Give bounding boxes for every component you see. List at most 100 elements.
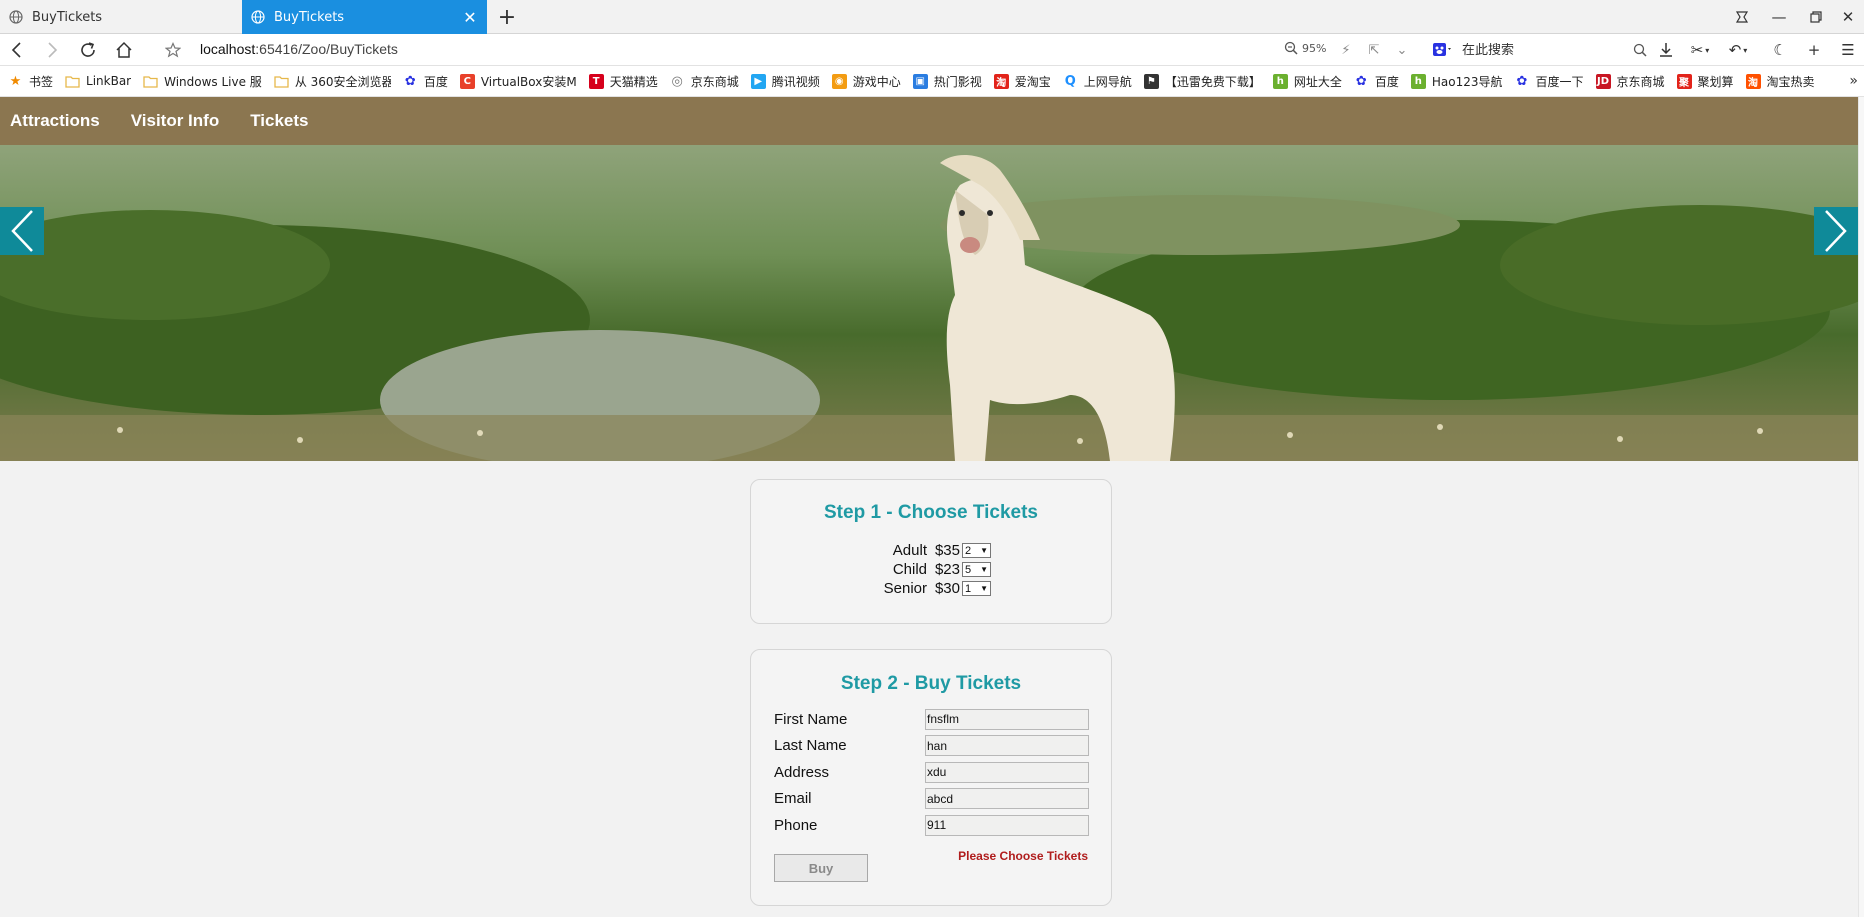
adult-quantity-select[interactable]: 2 ▼: [962, 543, 991, 558]
hao-icon: h: [1272, 73, 1288, 89]
bookmark-item[interactable]: ✿ 百度: [1354, 73, 1399, 90]
dropdown-arrow-icon: ▼: [980, 584, 988, 593]
search-engine-baidu-icon[interactable]: [1430, 40, 1456, 60]
bookmark-item[interactable]: ◎ 京东商城: [670, 73, 739, 90]
reload-icon[interactable]: [75, 37, 101, 63]
close-window-icon[interactable]: ✕: [1832, 4, 1864, 30]
buy-button[interactable]: Buy: [774, 854, 868, 882]
browser-tab-1[interactable]: BuyTickets: [0, 0, 242, 34]
bookmark-item[interactable]: ▣ 热门影视: [912, 73, 982, 90]
first-name-label: First Name: [774, 710, 848, 728]
bookmark-item[interactable]: LinkBar: [65, 74, 131, 89]
bookmark-item[interactable]: ✿ 百度: [403, 73, 448, 90]
last-name-input[interactable]: [925, 735, 1089, 757]
bookmarks-overflow-icon[interactable]: »: [1849, 73, 1858, 89]
email-label: Email: [774, 790, 812, 808]
globe-icon: [8, 9, 24, 25]
back-icon[interactable]: [4, 37, 30, 63]
bookmark-item[interactable]: 淘淘宝热卖: [1745, 73, 1815, 90]
bookmark-label: 热门影视: [933, 74, 982, 89]
nav-link-tickets[interactable]: Tickets: [250, 111, 308, 131]
download-icon[interactable]: [1652, 37, 1680, 63]
address-input[interactable]: [925, 761, 1089, 783]
night-mode-moon-icon[interactable]: ☾: [1766, 37, 1794, 63]
first-name-input[interactable]: [925, 708, 1089, 730]
phone-input[interactable]: [925, 814, 1089, 836]
child-quantity-select[interactable]: 5 ▼: [962, 562, 991, 577]
bookmark-label: 从 360安全浏览器: [294, 74, 391, 89]
page-scrollbar[interactable]: [1858, 97, 1864, 917]
jd-icon: JD: [1595, 73, 1611, 89]
selected-quantity: 1: [965, 582, 972, 595]
bookmark-item[interactable]: JD 京东商城: [1595, 73, 1665, 90]
add-icon[interactable]: +: [1800, 37, 1828, 63]
bookmark-item[interactable]: 聚聚划算: [1676, 73, 1734, 90]
bookmark-label: 百度: [423, 74, 448, 89]
c-icon: C: [459, 73, 475, 89]
undo-icon[interactable]: ↶ ▾: [1724, 37, 1752, 63]
bookmark-label: 网址大全: [1293, 74, 1342, 89]
share-icon[interactable]: ⇱: [1364, 40, 1384, 60]
bookmark-item[interactable]: ★ 书签: [8, 73, 53, 90]
bookmark-item[interactable]: ◉ 游戏中心: [831, 73, 901, 90]
bookmark-item[interactable]: ✿ 百度一下: [1514, 73, 1584, 90]
dropdown-arrow-icon: ▼: [980, 565, 988, 574]
url-path: :65416/Zoo/BuyTickets: [255, 41, 398, 57]
zoom-indicator[interactable]: 95%: [1284, 41, 1326, 55]
xunlei-icon: ⚑: [1143, 73, 1159, 89]
browser-tab-2-active[interactable]: BuyTickets ✕: [242, 0, 487, 34]
bookmark-item[interactable]: T 天猫精选: [588, 73, 658, 90]
chevron-down-icon[interactable]: ⌄: [1392, 40, 1412, 60]
senior-quantity-select[interactable]: 1 ▼: [962, 581, 991, 596]
bookmark-label: 爱淘宝: [1014, 74, 1051, 89]
bookmark-item[interactable]: 从 360安全浏览器: [274, 73, 391, 90]
bookmark-item[interactable]: ⚑ 【迅雷免费下载】: [1143, 73, 1261, 90]
step2-title: Step 2 - Buy Tickets: [840, 673, 1022, 694]
search-box[interactable]: [1430, 38, 1650, 62]
screenshot-scissors-icon[interactable]: ✂ ▾: [1686, 37, 1714, 63]
bookmark-item[interactable]: Windows Live 服: [143, 73, 262, 90]
dropdown-arrow-icon: ▼: [980, 546, 988, 555]
favorites-manager-icon[interactable]: [1726, 4, 1758, 30]
bookmark-item[interactable]: 淘爱淘宝: [993, 73, 1051, 90]
forward-icon[interactable]: [39, 37, 65, 63]
email-input[interactable]: [925, 788, 1089, 810]
ticket-list: Adult $35 2 ▼ Child $23 5 ▼ Senior $30 1 ▼: [751, 541, 1111, 598]
bookmark-item[interactable]: ▶ 腾讯视频: [750, 73, 820, 90]
choose-tickets-panel: Step 1 - Choose Tickets Adult $35 2 ▼ Chi…: [750, 479, 1112, 624]
bookmark-item[interactable]: h Hao123导航: [1410, 73, 1502, 90]
nav-link-attractions[interactable]: Attractions: [10, 111, 100, 131]
baidu-paw-icon: ✿: [1355, 73, 1367, 89]
restore-icon[interactable]: [1800, 4, 1832, 30]
carousel-prev-button[interactable]: [0, 207, 44, 255]
star-icon: ★: [9, 73, 22, 89]
close-tab-icon[interactable]: ✕: [461, 8, 479, 27]
folder-icon: [143, 74, 158, 89]
bookmark-item[interactable]: Q 上网导航: [1063, 73, 1132, 90]
bookmark-label: 【迅雷免费下载】: [1164, 74, 1261, 89]
lightning-icon[interactable]: ⚡: [1336, 40, 1356, 60]
ticket-type-label: Adult: [892, 542, 927, 559]
bookmark-item[interactable]: h 网址大全: [1272, 73, 1342, 90]
chevron-left-icon: [11, 210, 33, 252]
minimize-icon[interactable]: —: [1763, 4, 1795, 30]
carousel-next-button[interactable]: [1814, 207, 1858, 255]
bookmark-label: 聚划算: [1697, 74, 1734, 89]
search-icon[interactable]: [1630, 40, 1650, 60]
home-icon[interactable]: [111, 37, 137, 63]
new-tab-button[interactable]: +: [494, 4, 520, 30]
bookmark-star-icon[interactable]: [160, 37, 186, 63]
form-row-first-name: First Name: [774, 706, 1111, 733]
browser-tab-bar: BuyTickets BuyTickets ✕ + — ✕: [0, 0, 1864, 34]
nav-link-visitor-info[interactable]: Visitor Info: [131, 111, 219, 131]
folder-icon: [274, 74, 289, 89]
bookmarks-bar: ★ 书签 LinkBar Windows Live 服 从 360安全浏览器 ✿ 百度 C Vi…: [0, 66, 1864, 97]
validation-error-message: Please Choose Tickets: [958, 849, 1088, 863]
menu-icon[interactable]: ☰: [1834, 37, 1862, 63]
bookmark-label: 上网导航: [1083, 74, 1132, 89]
url-field[interactable]: localhost:65416/Zoo/BuyTickets: [200, 41, 398, 57]
search-input[interactable]: [1462, 42, 1612, 58]
site-navigation: Attractions Visitor Info Tickets: [0, 97, 1858, 145]
ticket-price: $35: [934, 542, 960, 559]
bookmark-item[interactable]: C VirtualBox安装M: [459, 73, 577, 90]
